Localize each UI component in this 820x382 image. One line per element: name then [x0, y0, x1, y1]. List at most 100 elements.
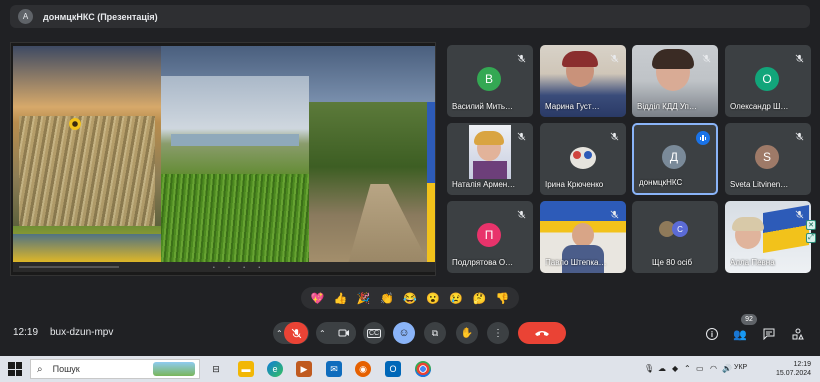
participant-tile[interactable]: Павло Штепка…: [540, 201, 626, 273]
avatar: S: [755, 145, 779, 169]
mic-toggle-button[interactable]: [284, 322, 308, 344]
more-vert-icon: ⋮: [493, 327, 503, 339]
info-icon: i: [706, 328, 718, 340]
activities-button[interactable]: [789, 325, 807, 343]
search-placeholder: Пошук: [52, 364, 80, 374]
chat-icon: [763, 328, 775, 340]
reaction-laugh-icon[interactable]: 😂: [401, 292, 419, 305]
participant-tile[interactable]: Марина Густ…: [540, 45, 626, 117]
presentation-title: донмцкНКС (Презентація): [43, 11, 158, 22]
side-panel-buttons[interactable]: ✕ ⤢: [806, 220, 818, 246]
meet-window: A донмцкНКС (Презентація) • • • • В Васи…: [0, 0, 820, 382]
edge-icon[interactable]: e: [267, 361, 283, 377]
avatar: О: [755, 67, 779, 91]
presentation-banner: A донмцкНКС (Презентація): [10, 5, 810, 28]
language-indicator[interactable]: УКР: [734, 364, 747, 371]
reaction-thumbs-up-icon[interactable]: 👍: [332, 292, 350, 305]
chevron-up-icon[interactable]: ⌃: [684, 364, 691, 373]
clock-time: 12:19: [793, 361, 812, 368]
shared-presentation[interactable]: • • • •: [10, 42, 436, 276]
mic-off-icon: [608, 52, 620, 64]
system-clock[interactable]: 12:19 15.07.2024: [776, 360, 811, 378]
reaction-sad-icon[interactable]: 😢: [447, 292, 465, 305]
chat-button[interactable]: [760, 325, 778, 343]
captions-icon: CC: [366, 328, 382, 338]
sunflower-field-photo: [13, 46, 161, 264]
participant-tile[interactable]: Відділ КДД Уп…: [632, 45, 718, 117]
leave-call-button[interactable]: [518, 322, 566, 344]
present-screen-button[interactable]: ⧉: [424, 322, 446, 344]
more-participants-tile[interactable]: С Ще 80 осіб: [632, 201, 718, 273]
wifi-icon[interactable]: ◠: [710, 364, 717, 373]
task-view-icon[interactable]: ⊟: [208, 361, 224, 377]
file-explorer-icon[interactable]: ▬: [238, 361, 254, 377]
windows-taskbar: ⌕ Пошук ⊟ ▬ e ▶ ✉ ◉ O 🎙 ☁ ◆ ⌃ ▭ ◠ 🔊 УКР …: [0, 356, 820, 382]
meeting-code: bux-dzun-mpv: [50, 327, 114, 338]
reaction-thinking-icon[interactable]: 🤔: [470, 292, 488, 305]
mic-off-icon: [793, 208, 805, 220]
mic-off-icon: [700, 52, 712, 64]
participant-tile[interactable]: В Василий Мить…: [447, 45, 533, 117]
reaction-surprised-icon[interactable]: 😮: [424, 292, 442, 305]
participants-count-badge: 92: [741, 314, 757, 325]
avatar: С: [672, 221, 688, 237]
participant-name: донмцкНКС: [639, 178, 683, 187]
participant-tile[interactable]: О Олександр Ш…: [725, 45, 811, 117]
presentation-slide: [13, 46, 435, 264]
people-icon: 👥: [733, 328, 747, 341]
participant-name: Олександр Ш…: [730, 102, 789, 111]
firefox-icon[interactable]: ◉: [355, 361, 371, 377]
reaction-thumbs-down-icon[interactable]: 👎: [493, 292, 511, 305]
meeting-details-button[interactable]: i: [703, 325, 721, 343]
avatar: П: [477, 223, 501, 247]
participant-name: Подлрятова О…: [452, 258, 514, 267]
expand-icon[interactable]: ⤢: [806, 233, 816, 243]
weather-icon[interactable]: ☁: [658, 364, 666, 373]
reaction-party-icon[interactable]: 🎉: [355, 292, 373, 305]
mic-off-icon: [515, 52, 527, 64]
search-highlight-image: [153, 362, 195, 376]
close-icon[interactable]: ✕: [806, 220, 816, 230]
emoji-reactions-button[interactable]: ☺: [393, 322, 415, 344]
media-player-icon[interactable]: ▶: [296, 361, 312, 377]
activities-icon: [792, 328, 804, 340]
meadow-photo: [161, 76, 309, 264]
tray-app-icon[interactable]: ◆: [672, 364, 678, 373]
participant-name: Наталія Армен…: [452, 180, 516, 189]
chevron-up-icon: ⌃: [276, 328, 283, 338]
mic-off-icon: [793, 52, 805, 64]
presenter-avatar: A: [18, 9, 33, 24]
windows-start-icon[interactable]: [8, 362, 22, 376]
outlook-icon[interactable]: O: [385, 361, 401, 377]
meeting-clock: 12:19: [13, 327, 39, 338]
more-options-button[interactable]: ⋮: [487, 322, 509, 344]
taskbar-search-box[interactable]: ⌕ Пошук: [30, 359, 200, 379]
mic-tray-icon[interactable]: 🎙: [644, 364, 654, 373]
slide-controls[interactable]: • • • •: [13, 262, 435, 272]
volume-icon[interactable]: 🔊: [722, 364, 732, 373]
mic-off-icon: [291, 328, 301, 338]
camera-toggle-button[interactable]: [332, 322, 356, 344]
people-button[interactable]: 👥: [731, 325, 749, 343]
participant-name: Алла Певна: [730, 258, 775, 267]
chrome-icon[interactable]: [415, 361, 431, 377]
reaction-heart-icon[interactable]: 💖: [309, 292, 327, 305]
participant-tile[interactable]: Алла Певна: [725, 201, 811, 273]
captions-button[interactable]: CC: [363, 322, 385, 344]
reactions-bar: 💖 👍 🎉 👏 😂 😮 😢 🤔 👎: [301, 287, 519, 309]
mail-icon[interactable]: ✉: [326, 361, 342, 377]
participant-tile[interactable]: П Подлрятова О…: [447, 201, 533, 273]
avatar: В: [477, 67, 501, 91]
participant-tile[interactable]: Наталія Армен…: [447, 123, 533, 195]
raise-hand-button[interactable]: ✋: [456, 322, 478, 344]
country-road-photo: [309, 102, 435, 264]
battery-icon[interactable]: ▭: [696, 364, 704, 373]
mic-off-icon: [515, 130, 527, 142]
participant-tile[interactable]: S Sveta Litvinen…: [725, 123, 811, 195]
reaction-clap-icon[interactable]: 👏: [378, 292, 396, 305]
speaking-indicator-icon: [696, 131, 710, 145]
participant-name: Павло Штепка…: [545, 258, 607, 267]
participant-tile[interactable]: Ірина Крюченко: [540, 123, 626, 195]
present-icon: ⧉: [431, 327, 439, 338]
participant-tile-speaking[interactable]: Д донмцкНКС: [632, 123, 718, 195]
